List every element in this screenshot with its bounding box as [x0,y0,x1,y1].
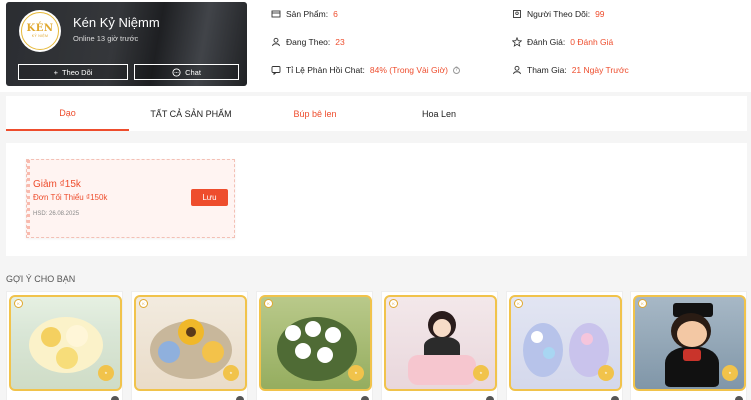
badge-icon: ★ [348,365,364,381]
brand-logo-icon: K [514,299,523,308]
product-card[interactable]: K ★ [256,291,373,400]
chat-button[interactable]: Chat [134,64,239,80]
follow-button-label: Theo Dõi [61,67,93,77]
product-image: K ★ [134,295,247,391]
chat-icon [271,66,281,75]
product-image: K ★ [633,295,746,391]
logo-text: KÉN [26,23,54,34]
logo-subtext: KỶ NIỆM [31,34,49,38]
badge-icon: ★ [473,365,489,381]
play-icon[interactable] [236,396,244,400]
shop-header: KÉN KỶ NIỆM Kén Kỷ Niệmm Online 13 giờ t… [0,0,751,92]
stat-chat-response: Tỉ Lệ Phản Hồi Chat: 84% (Trong Vài Giờ)… [271,65,460,75]
shop-avatar[interactable]: KÉN KỶ NIỆM [19,10,61,52]
product-image: K ★ [509,295,622,391]
voucher-save-button[interactable]: Lưu [191,189,228,206]
product-card[interactable]: K ★ [131,291,248,400]
product-card[interactable]: K ★ [630,291,747,400]
voucher-card: Giảm ₫15k Đơn Tối Thiểu ₫150k HSD: 26.08… [26,159,235,238]
store-icon [271,10,281,18]
brand-logo-icon: K [264,299,273,308]
product-card[interactable]: K ★ [6,291,123,400]
voucher-discount: Giảm ₫15k [33,179,81,190]
badge-icon: ★ [223,365,239,381]
badge-icon: ★ [722,365,738,381]
tab-dao[interactable]: Dạo [6,96,129,131]
followers-icon [513,10,521,18]
product-card[interactable]: K ★ [381,291,498,400]
brand-logo-icon: K [389,299,398,308]
product-image: K ★ [384,295,497,391]
recommend-title: GỢI Ý CHO BẠN [6,274,76,284]
stat-products: Sản Phẩm: 6 [271,9,338,19]
stat-rating: Đánh Giá: 0 Đánh Giá [512,37,613,47]
shop-online-status: Online 13 giờ trước [73,34,139,43]
play-icon[interactable] [486,396,494,400]
stat-following: Đang Theo: 23 [271,37,345,47]
user-icon [272,37,280,47]
tab-hoa-len[interactable]: Hoa Len [377,96,501,131]
chat-button-label: Chat [185,67,201,77]
play-icon[interactable] [611,396,619,400]
plus-icon: + [53,67,58,77]
shop-name: Kén Kỷ Niệmm [73,15,160,30]
star-icon [512,37,522,47]
play-icon[interactable] [735,396,743,400]
user-icon [513,65,521,75]
stat-followers: Người Theo Dõi: 99 [512,9,605,19]
voucher-section: Giảm ₫15k Đơn Tối Thiểu ₫150k HSD: 26.08… [6,143,747,256]
product-card[interactable]: K ★ [506,291,623,400]
stat-joined: Tham Gia: 21 Ngày Trước [512,65,629,75]
play-icon[interactable] [361,396,369,400]
play-icon[interactable] [111,396,119,400]
shop-banner: KÉN KỶ NIỆM Kén Kỷ Niệmm Online 13 giờ t… [6,2,247,86]
product-image: K ★ [259,295,372,391]
voucher-min-order: Đơn Tối Thiểu ₫150k [33,193,108,202]
brand-logo-icon: K [638,299,647,308]
follow-button[interactable]: + Theo Dõi [18,64,128,80]
brand-logo-icon: K [14,299,23,308]
info-icon[interactable]: ? [452,66,460,74]
product-image: K ★ [9,295,122,391]
voucher-expiry: HSD: 26.08.2025 [33,211,80,217]
chat-bubble-icon [172,67,181,77]
tab-bup-be-len[interactable]: Búp bê len [253,96,377,131]
badge-icon: ★ [98,365,114,381]
tab-all-products[interactable]: TẤT CẢ SẢN PHẨM [129,96,253,131]
badge-icon: ★ [598,365,614,381]
shop-tabs: Dạo TẤT CẢ SẢN PHẨM Búp bê len Hoa Len [6,96,747,131]
brand-logo-icon: K [139,299,148,308]
